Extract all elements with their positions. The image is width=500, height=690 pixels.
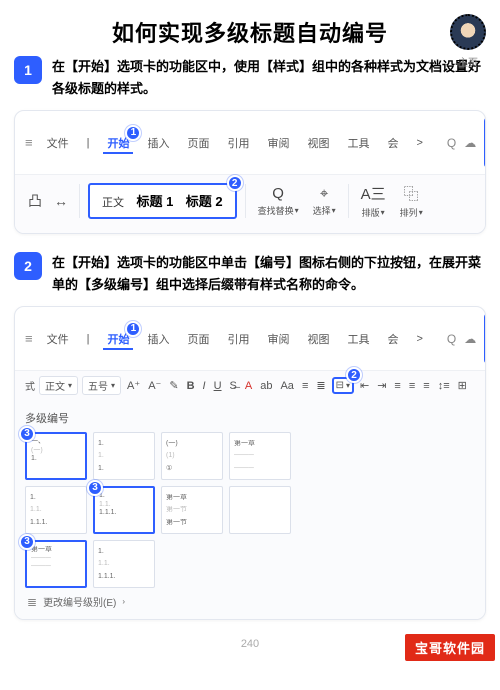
format-painter[interactable]: 凸: [25, 191, 45, 211]
tabbar-2: ≡ 文件 | 开始 1 插入 页面 引用 审阅 视图 工具 会 > Q ☁: [15, 307, 485, 371]
tool-spacing[interactable]: ↔: [51, 193, 71, 209]
style-h1[interactable]: 标题 1: [132, 192, 177, 211]
ribbon-screenshot-2: ≡ 文件 | 开始 1 插入 页面 引用 审阅 视图 工具 会 > Q ☁: [14, 306, 486, 620]
find-replace[interactable]: Q 查找替换▾: [254, 185, 303, 217]
share-button[interactable]: ⤴ 分享: [484, 117, 486, 168]
style-h2[interactable]: 标题 2: [182, 192, 227, 211]
ml-footer[interactable]: ≣ 更改编号级别(E) ›: [25, 594, 475, 609]
ml-item[interactable]: 第一章 ──── ────: [229, 432, 291, 480]
step-text-2: 在【开始】选项卡的功能区中单击【编号】图标右侧的下拉按钮，在展开菜单的【多级编号…: [52, 252, 486, 296]
style-normal[interactable]: 正文: [98, 195, 128, 211]
size-select[interactable]: 五号▾: [82, 376, 121, 395]
ml-item[interactable]: [229, 486, 291, 534]
align-left-icon[interactable]: ≡: [392, 380, 402, 392]
ml-item[interactable]: 3 一、 (一) 1.: [25, 432, 87, 480]
layout[interactable]: A三 排版▾: [357, 183, 390, 219]
callout-1b: 1: [125, 321, 141, 337]
ml-item[interactable]: 3 1. 1.1. 1.1.1.: [93, 486, 155, 534]
menu-icon[interactable]: ≡: [25, 331, 33, 346]
font-grow-icon[interactable]: A⁺: [125, 379, 142, 392]
italic-icon[interactable]: I: [201, 380, 208, 392]
strike-icon[interactable]: S̶: [228, 380, 239, 392]
tab-review[interactable]: 审阅: [263, 133, 293, 153]
styles-gallery[interactable]: 正文 标题 1 标题 2 2: [88, 183, 237, 219]
highlight-icon[interactable]: ab: [258, 380, 274, 392]
callout-1a: 1: [125, 125, 141, 141]
ribbon-screenshot-1: ≡ 文件 | 开始 1 插入 页面 引用 审阅 视图 工具 会 > Q ☁: [14, 110, 486, 234]
step-1: 1 在【开始】选项卡的功能区中，使用【样式】组中的各种样式为文档设置好各级标题的…: [14, 56, 486, 234]
callout-2a: 2: [227, 175, 243, 191]
tab-ref[interactable]: 引用: [223, 329, 253, 349]
font-shrink-icon[interactable]: A⁻: [146, 379, 163, 392]
search-icon[interactable]: Q: [447, 136, 456, 150]
tab-file[interactable]: 文件: [43, 133, 73, 153]
multilevel-panel: 多级编号 3 一、 (一) 1. 1. 1. 1. (一): [15, 400, 485, 619]
tab-member[interactable]: 会: [383, 329, 402, 349]
list-icon: ≣: [27, 595, 37, 609]
ml-item[interactable]: 第一章 第一节 第一节: [161, 486, 223, 534]
tab-ref[interactable]: 引用: [223, 133, 253, 153]
tab-view[interactable]: 视图: [303, 133, 333, 153]
tab-tools[interactable]: 工具: [343, 329, 373, 349]
bullets-icon[interactable]: ≡: [300, 380, 310, 392]
step-badge-1: 1: [14, 56, 42, 84]
more-icon[interactable]: >: [412, 331, 426, 347]
align-right-icon[interactable]: ≡: [421, 380, 431, 392]
align-center-icon[interactable]: ≡: [407, 380, 417, 392]
search-icon[interactable]: Q: [447, 332, 456, 346]
ml-item[interactable]: 1. 1. 1.: [93, 432, 155, 480]
share-button[interactable]: ⤴ 分享: [484, 313, 486, 364]
watermark: 宝哥软件园: [404, 633, 496, 662]
format-label: 式: [25, 378, 35, 393]
ml-item[interactable]: (一) (1) ①: [161, 432, 223, 480]
chevron-right-icon: ›: [122, 597, 125, 606]
avatar[interactable]: [450, 14, 486, 50]
clear-format-icon[interactable]: ✎: [167, 379, 180, 392]
tab-insert[interactable]: 插入: [143, 329, 173, 349]
borders-icon[interactable]: ⊞: [456, 379, 469, 392]
ml-panel-title: 多级编号: [25, 410, 475, 426]
underline-icon[interactable]: U: [212, 380, 224, 392]
font-select[interactable]: 正文▾: [39, 376, 78, 395]
page-header: 如何实现多级标题自动编号 主页: [14, 16, 486, 48]
tab-view[interactable]: 视图: [303, 329, 333, 349]
cloud-icon[interactable]: ☁: [464, 332, 476, 346]
ribbon2-toolbar: 式 正文▾ 五号▾ A⁺ A⁻ ✎ B I U S̶ A ab Aa ≡ ≣ ⊟…: [15, 371, 485, 400]
numbering-icon[interactable]: ≣: [314, 379, 327, 392]
menu-icon[interactable]: ≡: [25, 135, 33, 150]
tab-page[interactable]: 页面: [183, 329, 213, 349]
arrange[interactable]: ⿻ 排列▾: [396, 183, 427, 219]
tab-review[interactable]: 审阅: [263, 329, 293, 349]
step-2: 2 在【开始】选项卡的功能区中单击【编号】图标右侧的下拉按钮，在展开菜单的【多级…: [14, 252, 486, 620]
indent-inc-icon[interactable]: ⇥: [375, 379, 388, 392]
profile-block[interactable]: 主页: [450, 14, 486, 69]
profile-label[interactable]: 主页: [458, 54, 478, 69]
step-badge-2: 2: [14, 252, 42, 280]
tabbar: ≡ 文件 | 开始 1 插入 页面 引用 审阅 视图 工具 会 > Q ☁: [15, 111, 485, 175]
tab-tools[interactable]: 工具: [343, 133, 373, 153]
step-text-1: 在【开始】选项卡的功能区中，使用【样式】组中的各种样式为文档设置好各级标题的样式…: [52, 56, 486, 100]
tab-member[interactable]: 会: [383, 133, 402, 153]
tab-sep: |: [83, 135, 94, 151]
ml-item[interactable]: 3 第一章 ──── ────: [25, 540, 87, 588]
font-color-icon[interactable]: A: [243, 380, 254, 392]
bold-icon[interactable]: B: [185, 380, 197, 392]
line-spacing-icon[interactable]: ↕≡: [436, 380, 452, 392]
ribbon1-tools: 凸 ↔ 正文 标题 1 标题 2 2 Q 查找替换▾ ⌖ 选择▾: [15, 175, 485, 233]
more-icon[interactable]: >: [412, 135, 426, 151]
page-title: 如何实现多级标题自动编号: [14, 16, 486, 48]
tab-insert[interactable]: 插入: [143, 133, 173, 153]
case-icon[interactable]: Aa: [278, 380, 295, 392]
ml-grid: 3 一、 (一) 1. 1. 1. 1. (一) (1) ①: [25, 432, 475, 588]
tab-file[interactable]: 文件: [43, 329, 73, 349]
ml-item[interactable]: 1. 1.1. 1.1.1.: [25, 486, 87, 534]
tab-page[interactable]: 页面: [183, 133, 213, 153]
cloud-icon[interactable]: ☁: [464, 136, 476, 150]
ml-item[interactable]: 1. 1.1. 1.1.1.: [93, 540, 155, 588]
indent-dec-icon[interactable]: ⇤: [358, 379, 371, 392]
select[interactable]: ⌖ 选择▾: [309, 185, 340, 217]
